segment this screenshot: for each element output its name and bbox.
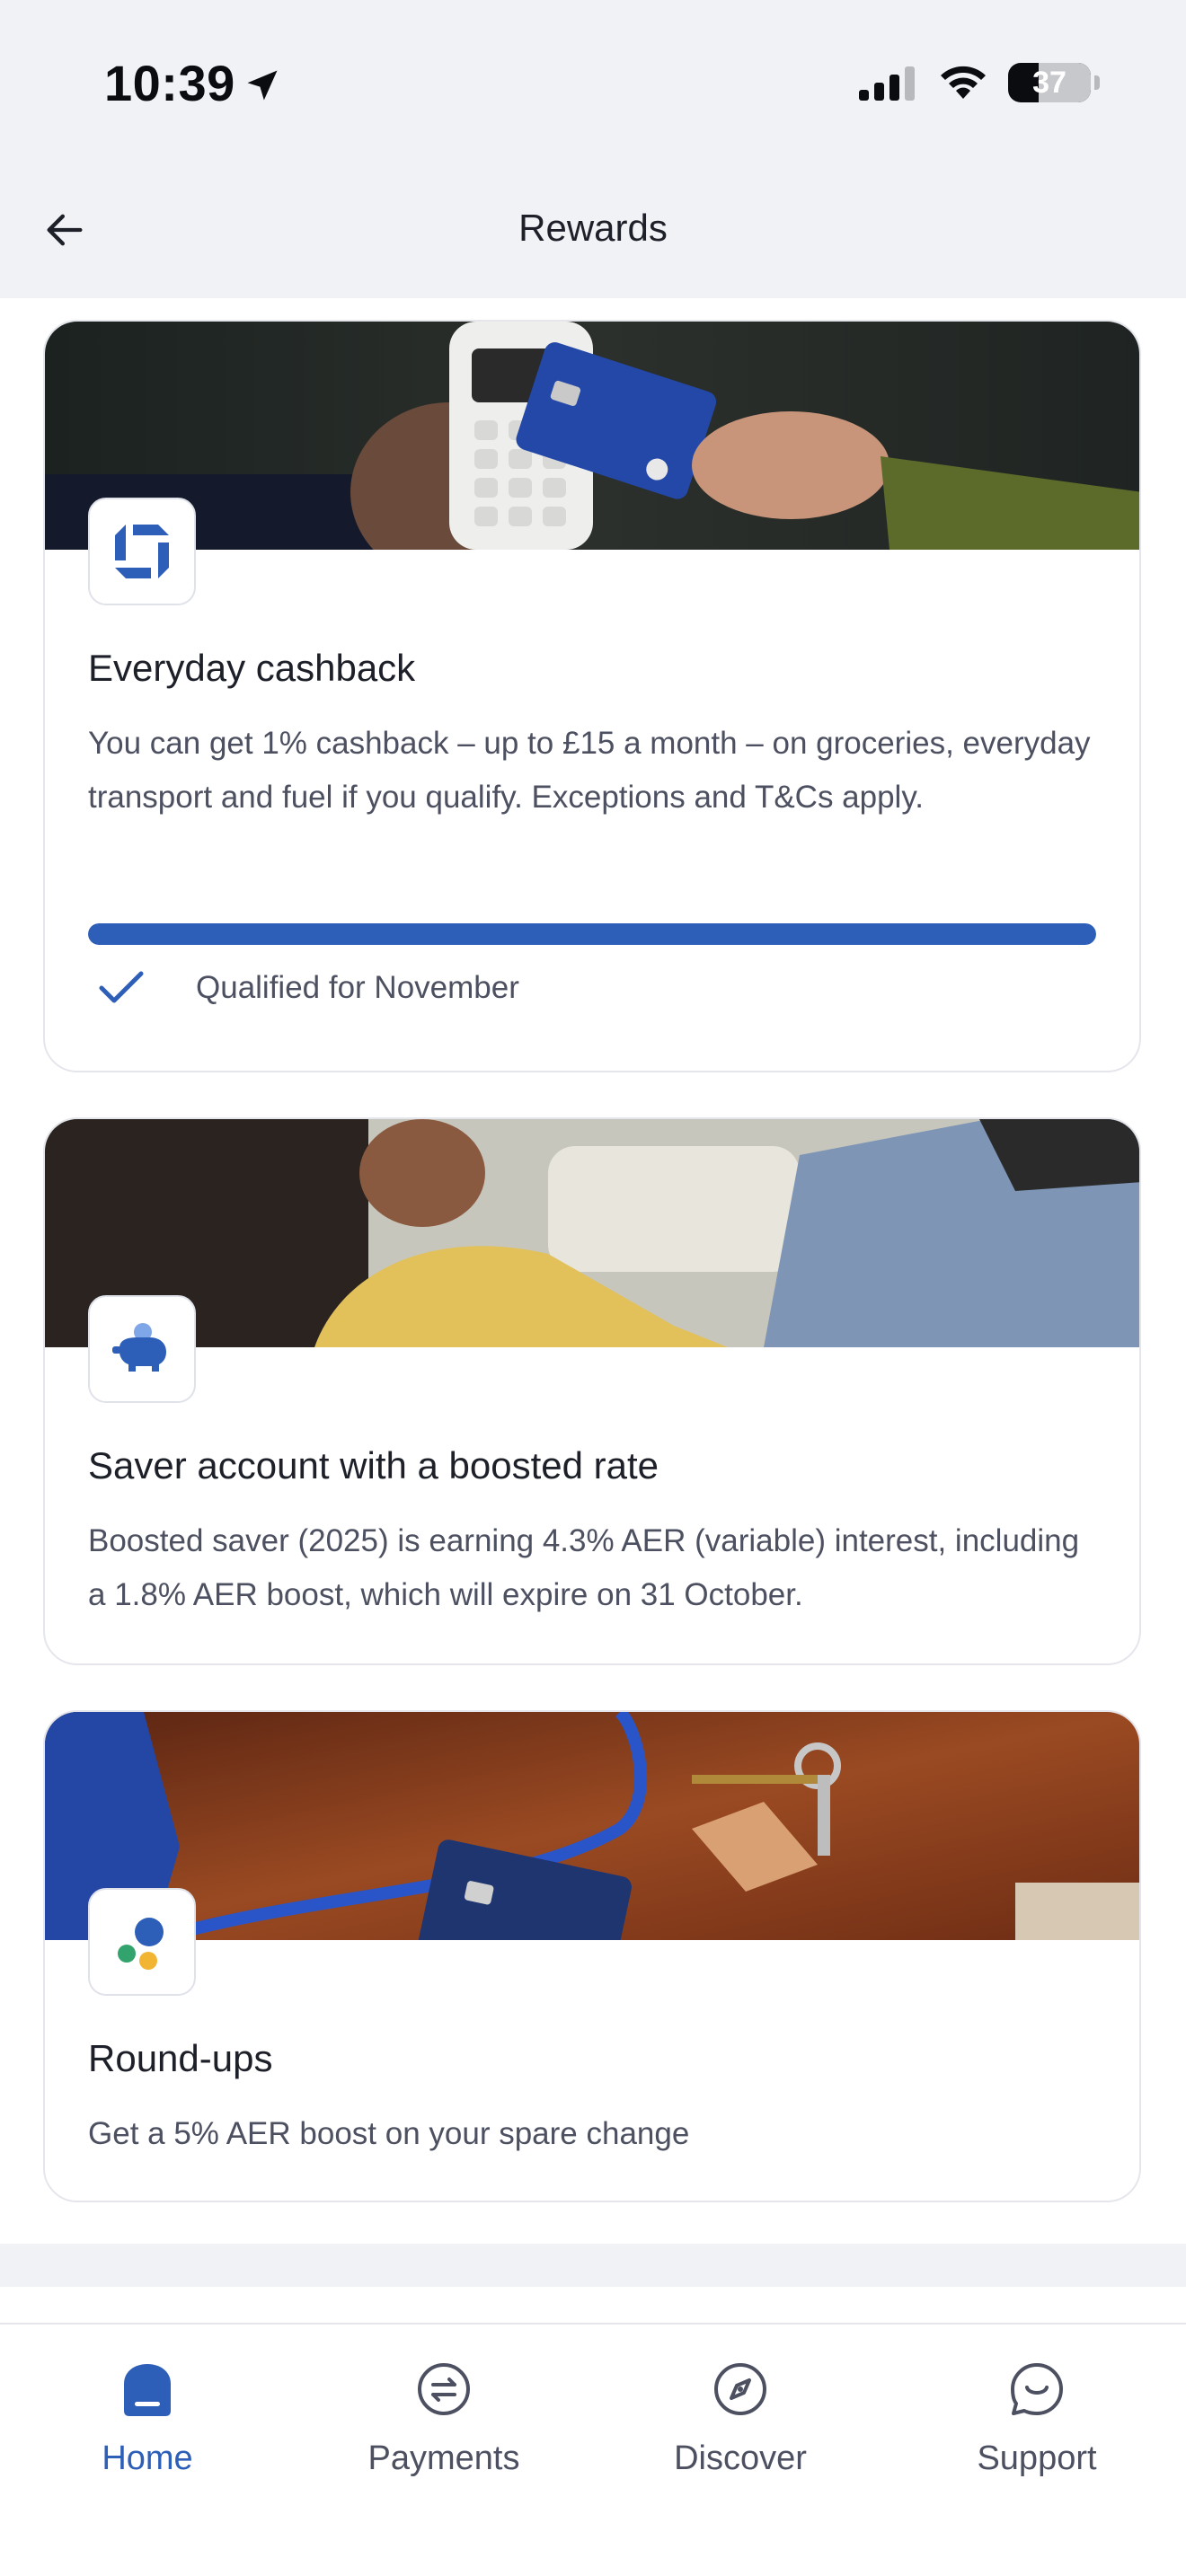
battery-icon: 37 [1008,63,1091,102]
tab-home-label: Home [102,2439,193,2477]
everyday-cashback-card[interactable]: Everyday cashback You can get 1% cashbac… [43,320,1141,1072]
cashback-progress-bar [88,923,1096,945]
card-title: Everyday cashback [88,647,416,689]
compass-icon [714,2363,766,2415]
relaxing-person-photo [45,1119,1139,1347]
checkmark-icon [99,971,144,1003]
section-divider [0,2244,1186,2287]
signal-icon [859,66,915,101]
card-description: Get a 5% AER boost on your spare change [88,2116,690,2151]
tab-discover[interactable]: Discover [633,2360,848,2478]
card-photo-payment [45,322,1139,550]
card-description: You can get 1% cashback – up to £15 a mo… [88,726,1091,815]
payments-icon [418,2363,470,2415]
card-photo-relaxing [45,1119,1139,1347]
tab-payments[interactable]: Payments [336,2360,552,2478]
location-arrow-icon [247,70,278,100]
chase-logo-icon [115,525,169,578]
card-logo [88,1295,196,1403]
card-title: Round-ups [88,2037,273,2079]
status-indicators: 37 [857,63,1100,102]
card-logo [88,498,196,605]
qualified-status: Qualified for November [99,970,519,1006]
chat-bubble-icon [1011,2363,1063,2415]
page-title: Rewards [518,207,668,249]
tab-support[interactable]: Support [929,2360,1145,2478]
card-title: Saver account with a boosted rate [88,1444,659,1486]
tab-home[interactable]: Home [40,2360,255,2478]
progress-fill [88,923,1096,945]
status-time-text: 10:39 [104,55,235,111]
piggy-bank-icon [112,1323,166,1372]
top-bar: 10:39 37 Rewards [0,0,1186,298]
wallet-keys-photo [45,1712,1139,1940]
tab-payments-label: Payments [367,2439,520,2477]
card-description: Boosted saver (2025) is earning 4.3% AER… [88,1523,1080,1612]
qualified-status-text: Qualified for November [196,970,519,1005]
card-photo-keys [45,1712,1139,1940]
round-ups-card[interactable]: Round-ups Get a 5% AER boost on your spa… [43,1710,1141,2202]
home-icon [124,2364,171,2416]
bottom-tab-bar: Home Payments Discover Support [0,2323,1186,2576]
saver-account-card[interactable]: Saver account with a boosted rate Booste… [43,1117,1141,1665]
rewards-screen: 10:39 37 Rewards Everyday cashback You c… [0,0,1186,2576]
tab-discover-label: Discover [674,2439,807,2477]
wifi-icon [941,66,986,99]
status-time: 10:39 [104,54,282,112]
battery-level: 37 [1032,65,1067,100]
card-logo [88,1888,196,1996]
round-ups-dots-icon [118,1918,164,1970]
card-terminal-photo [45,322,1139,550]
tab-support-label: Support [977,2439,1097,2477]
